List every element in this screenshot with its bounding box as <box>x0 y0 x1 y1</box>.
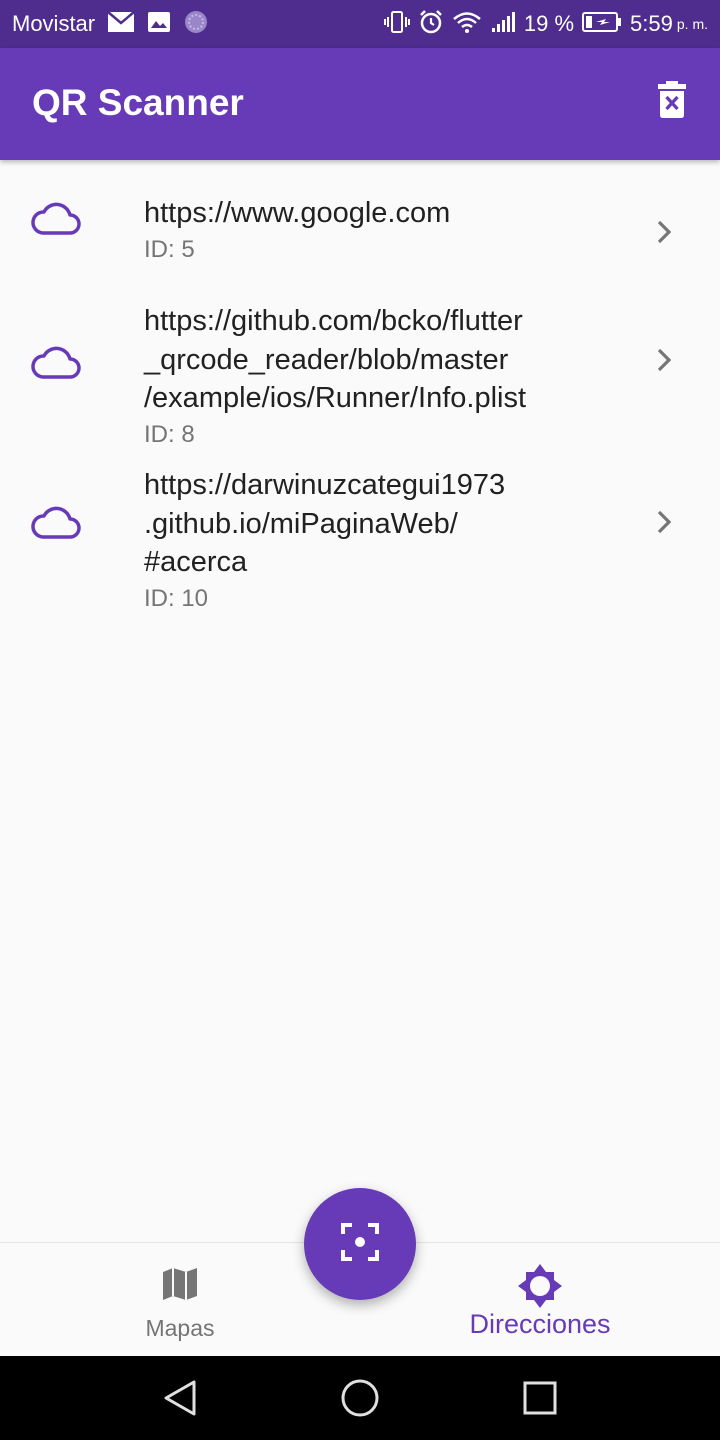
list-item[interactable]: https://www.google.com ID: 5 <box>0 160 720 296</box>
wifi-icon <box>452 10 482 39</box>
list-item-id: ID: 10 <box>144 584 209 612</box>
cloud-icon <box>30 200 82 236</box>
battery-percent: 19 % <box>523 11 575 36</box>
battery-icon <box>582 11 622 38</box>
cloud-icon <box>30 504 82 540</box>
cloud-icon <box>30 344 82 380</box>
brightness-icon <box>517 1263 563 1314</box>
recents-button[interactable] <box>518 1376 562 1420</box>
map-icon <box>161 1265 199 1308</box>
signal-icon <box>490 10 516 39</box>
system-navigation-bar <box>0 1356 720 1440</box>
scan-fab-button[interactable] <box>304 1188 416 1300</box>
sync-app-icon <box>183 9 209 40</box>
clock-time: 5:59 <box>630 11 673 36</box>
scan-list: https://www.google.com ID: 5 https://git… <box>0 160 720 616</box>
list-item-text: https://github.com/bcko/flutter _qrcode_… <box>144 302 614 450</box>
nav-label-direcciones: Direcciones <box>469 1309 611 1339</box>
status-bar: Movistar 19 % 5:59 p. m. <box>0 0 720 48</box>
list-item[interactable]: https://darwinuzcategui1973 .github.io/m… <box>0 456 720 616</box>
vibrate-icon <box>383 10 410 39</box>
list-item-text: https://www.google.com ID: 5 <box>144 194 614 265</box>
status-left: Movistar <box>12 0 209 48</box>
clock-ampm: p. m. <box>676 16 708 32</box>
list-item-url: https://github.com/bcko/flutter _qrcode_… <box>144 305 527 414</box>
list-item[interactable]: https://github.com/bcko/flutter _qrcode_… <box>0 296 720 456</box>
app-bar: QR Scanner <box>0 48 720 160</box>
chevron-right-icon <box>652 510 676 534</box>
list-item-id: ID: 8 <box>144 420 195 448</box>
center-focus-icon <box>340 1222 380 1267</box>
nav-item-direcciones[interactable]: Direcciones <box>360 1243 720 1357</box>
chevron-right-icon <box>652 348 676 372</box>
back-button[interactable] <box>158 1376 202 1420</box>
status-right: 19 % 5:59 p. m. <box>383 0 708 48</box>
list-item-id: ID: 5 <box>144 235 195 263</box>
image-icon <box>147 11 171 38</box>
list-item-text: https://darwinuzcategui1973 .github.io/m… <box>144 466 614 614</box>
carrier-name: Movistar <box>12 11 96 36</box>
mail-icon <box>107 10 135 38</box>
delete-all-button[interactable] <box>648 78 696 126</box>
delete-sweep-icon <box>657 80 687 124</box>
list-item-url: https://darwinuzcategui1973 .github.io/m… <box>144 469 506 578</box>
chevron-right-icon <box>652 220 676 244</box>
page-title: QR Scanner <box>32 82 244 123</box>
home-button[interactable] <box>338 1376 382 1420</box>
alarm-icon <box>418 9 444 40</box>
list-item-url: https://www.google.com <box>144 197 451 229</box>
nav-label-mapas: Mapas <box>145 1315 215 1341</box>
